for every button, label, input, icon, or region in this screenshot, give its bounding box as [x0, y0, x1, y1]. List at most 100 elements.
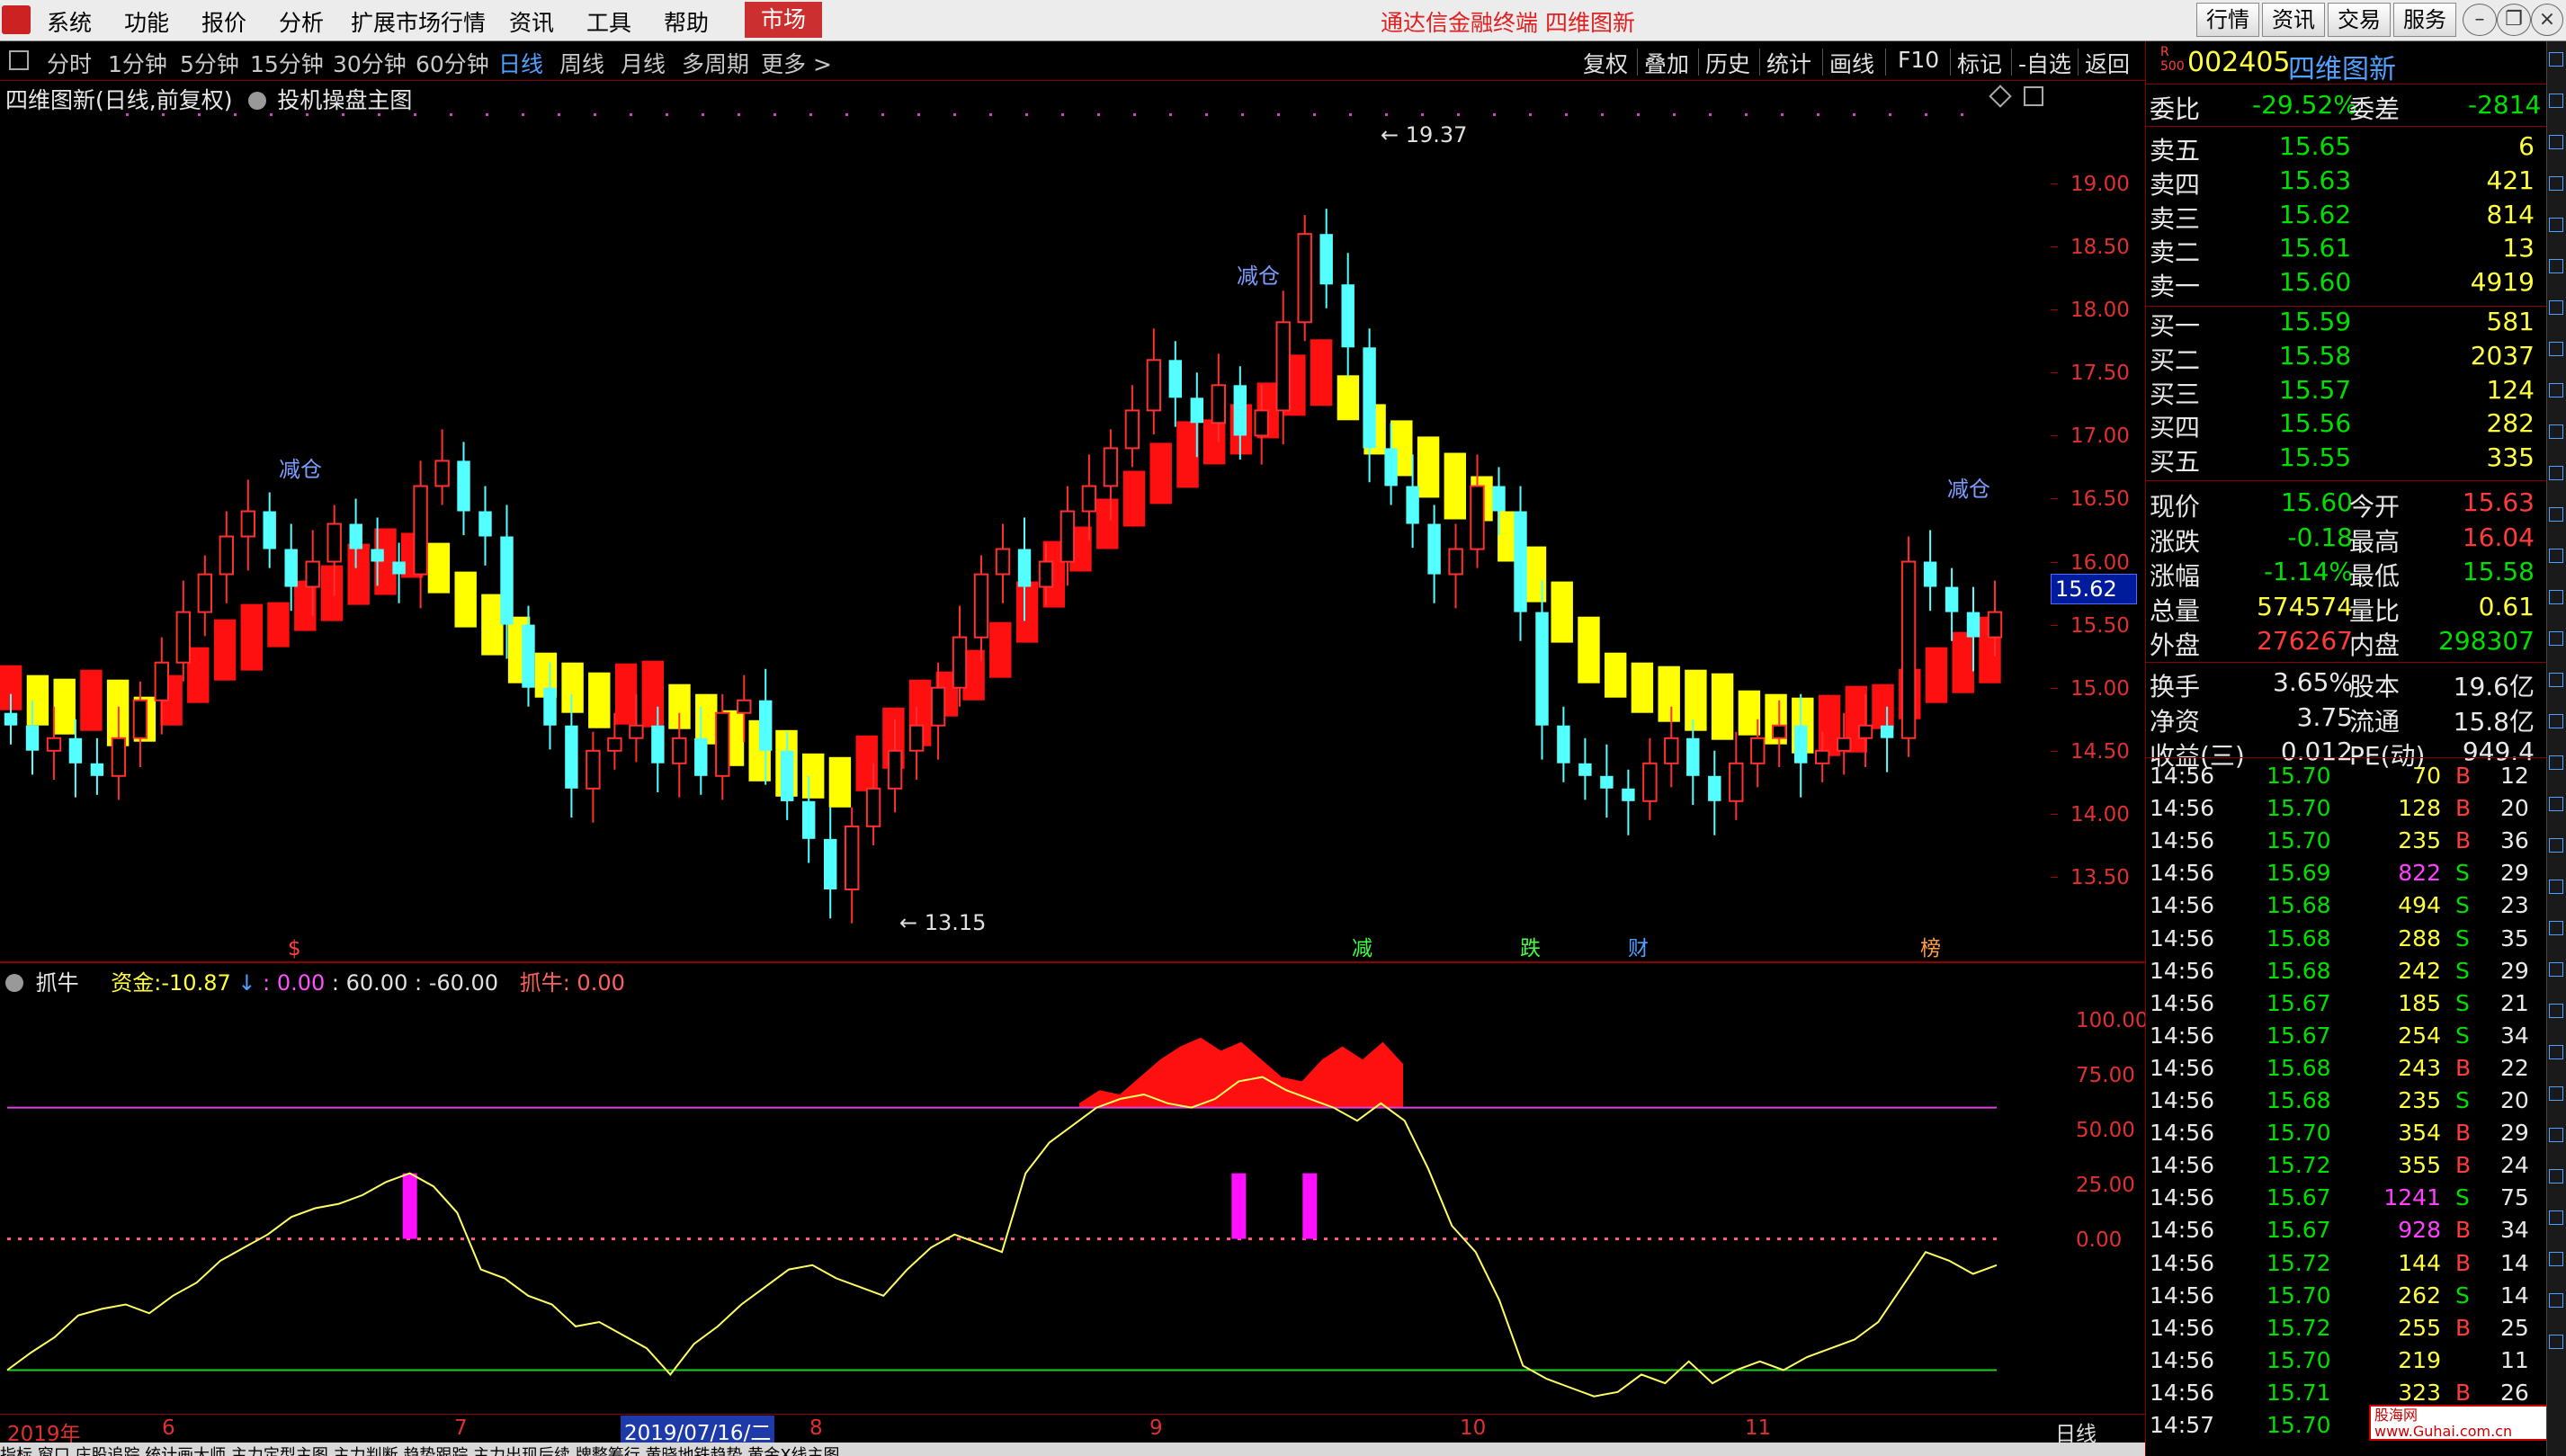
draw-button[interactable]: 画线 [1829, 47, 1874, 79]
candle-body [1966, 612, 1980, 638]
stats-label: 最高 [2349, 527, 2401, 557]
menu-function[interactable]: 功能 [124, 5, 169, 38]
candle-body [1772, 724, 1787, 739]
candle-body [1815, 749, 1830, 764]
candle-body [175, 611, 192, 664]
adjust-button[interactable]: 复权 [1583, 47, 1628, 79]
menu-quote[interactable]: 报价 [201, 5, 246, 38]
period-30min[interactable]: 30分钟 [333, 47, 407, 79]
f10-button[interactable]: F10 [1898, 47, 1939, 73]
orderbook-row: 买五 15.55 335 [2146, 442, 2542, 477]
price-chart[interactable]: ← 19.37← 13.15减仓减仓减仓$ 减跌财榜 [0, 81, 2051, 962]
candle-body [1384, 448, 1398, 487]
tick-side: S [2455, 1087, 2470, 1113]
restore-icon[interactable]: ❐ [2497, 4, 2531, 36]
candle-body [1448, 548, 1463, 576]
dot-marker [1313, 113, 1316, 116]
side-tool-icon [2549, 466, 2563, 480]
candle [1341, 253, 1355, 377]
menu-help[interactable]: 帮助 [664, 5, 709, 38]
orderbook-volume: 421 [2486, 165, 2535, 195]
dot-marker [1205, 113, 1208, 116]
candle [586, 731, 601, 823]
band-bar [1176, 421, 1199, 488]
market-button[interactable]: 市场 [745, 2, 822, 38]
dot-marker [342, 113, 344, 116]
tick-count: 25 [2500, 1315, 2529, 1341]
history-button[interactable]: 历史 [1705, 47, 1750, 79]
tick-price: 15.67 [2266, 1217, 2331, 1243]
period-weekly[interactable]: 周线 [559, 47, 604, 79]
back-button[interactable]: 返回 [2085, 47, 2130, 79]
minimize-icon[interactable]: – [2463, 4, 2497, 36]
candle [1600, 744, 1614, 818]
watchlist-button[interactable]: -自选 [2018, 47, 2071, 79]
indicator-chart[interactable] [0, 989, 2051, 1414]
side-tool-icon [2549, 714, 2563, 728]
tick-row: 14:56 15.68 242 S 29 [2146, 958, 2542, 990]
period-timeshare[interactable]: 分时 [47, 47, 92, 79]
stats-label: 外盘 [2150, 630, 2201, 660]
period-monthly[interactable]: 月线 [621, 47, 666, 79]
candle-body [1642, 762, 1658, 802]
stats-row: 涨跌 -0.18 最高 16.04 [2146, 523, 2542, 557]
trade-button[interactable]: 交易 [2328, 3, 2391, 37]
period-1min[interactable]: 1分钟 [108, 47, 167, 79]
candle [824, 807, 837, 919]
tick-side: B [2455, 763, 2472, 789]
stats-button[interactable]: 统计 [1766, 47, 1811, 79]
bottom-tab-bar[interactable]: 指标 窗口 庄股追踪 统计画大师 主力定型主图 主力判断 趋势跟踪 主力出现后续… [0, 1443, 2145, 1456]
orderbook-price: 15.63 [2279, 165, 2352, 195]
mark-button[interactable]: 标记 [1957, 47, 2002, 79]
dot-marker [630, 113, 632, 116]
period-15min[interactable]: 15分钟 [250, 47, 324, 79]
candle-body [1945, 586, 1959, 612]
side-tool-icon [2549, 218, 2563, 232]
candle-body [1275, 321, 1291, 412]
tick-count: 34 [2500, 1023, 2529, 1049]
dot-marker [1241, 113, 1244, 116]
stats-label: 股本 [2349, 672, 2401, 701]
overlay-button[interactable]: 叠加 [1644, 47, 1689, 79]
period-multi[interactable]: 多周期 [682, 47, 749, 79]
price-tick-label: 18.50 [2070, 236, 2130, 259]
side-toolbar[interactable] [2546, 41, 2566, 1456]
tick-price: 15.67 [2266, 1184, 2331, 1210]
band-bar [1631, 662, 1654, 713]
candle [1514, 486, 1527, 641]
period-5min[interactable]: 5分钟 [180, 47, 239, 79]
dot-marker [845, 113, 848, 116]
tick-count: 12 [2500, 763, 2529, 789]
tick-side: S [2455, 892, 2470, 918]
candle-body [240, 510, 256, 538]
menu-system[interactable]: 系统 [47, 5, 92, 38]
close-icon[interactable]: × [2531, 4, 2563, 36]
candle-body [1837, 737, 1852, 752]
tick-volume: 354 [2398, 1120, 2441, 1146]
period-more[interactable]: 更多 > [761, 47, 832, 79]
tick-time: 14:56 [2150, 1023, 2215, 1049]
period-60min[interactable]: 60分钟 [416, 47, 489, 79]
menu-extended-market[interactable]: 扩展市场行情 [351, 5, 486, 38]
news-button[interactable]: 资讯 [2262, 3, 2325, 37]
tick-volume: 235 [2398, 827, 2441, 853]
indicator-tick-label: 25.00 [2076, 1174, 2135, 1197]
candle-body [1319, 234, 1333, 285]
panel-toggle-icon[interactable] [9, 50, 29, 70]
service-button[interactable]: 服务 [2393, 3, 2456, 37]
tick-price: 15.68 [2266, 892, 2331, 918]
menu-analysis[interactable]: 分析 [279, 5, 324, 38]
menu-tools[interactable]: 工具 [586, 5, 631, 38]
menu-news[interactable]: 资讯 [509, 5, 554, 38]
quotes-button[interactable]: 行情 [2196, 3, 2259, 37]
candle-body [952, 636, 968, 689]
dot-marker [1925, 113, 1927, 116]
candle [1622, 769, 1635, 835]
stats-value: 298307 [2438, 626, 2535, 656]
period-daily[interactable]: 日线 [498, 47, 543, 79]
tick-row: 14:56 15.70 128 B 20 [2146, 795, 2542, 827]
dot-marker [1961, 113, 1963, 116]
band-bar [641, 660, 664, 728]
tick-price: 15.68 [2266, 958, 2331, 984]
menu-bar: 系统 功能 报价 分析 扩展市场行情 资讯 工具 帮助 市场 通达信金融终端 四… [0, 0, 2566, 41]
